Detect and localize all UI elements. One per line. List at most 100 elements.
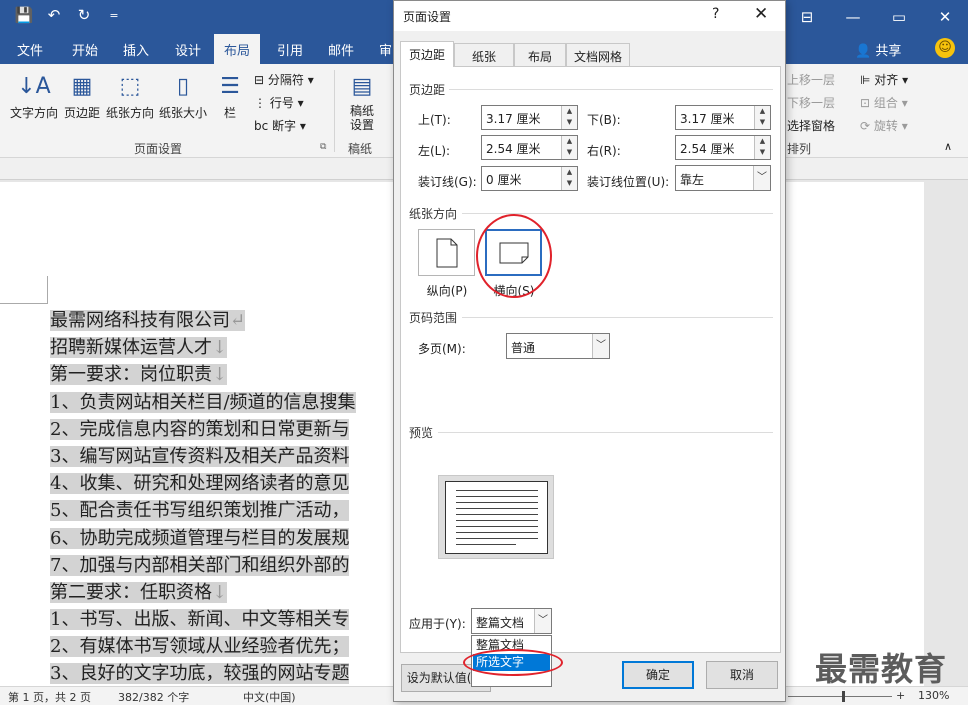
bottom-margin-input[interactable]: 3.17 厘米 ▲ ▼ — [675, 105, 771, 130]
preview-line — [456, 538, 538, 539]
pages-section-title: 页码范围 — [409, 311, 458, 325]
align-button[interactable]: ⊫ 对齐 ▾ — [860, 71, 908, 88]
save-icon[interactable]: 💾 — [14, 6, 34, 24]
tab-margins[interactable]: 页边距 — [400, 41, 454, 67]
tab-document-grid[interactable]: 文档网格 — [566, 43, 630, 67]
doc-line: 第二要求：任职资格↓ — [50, 581, 228, 603]
page-count[interactable]: 第 1 页，共 2 页 — [8, 689, 91, 705]
doc-line: 1、书写、出版、新闻、中文等相关专 — [50, 609, 350, 631]
line-numbers-button[interactable]: ⋮ 行号 ▾ — [254, 94, 304, 111]
apply-to-select[interactable]: 整篇文档 ﹀ — [471, 608, 552, 634]
zoom-level[interactable]: 130% — [918, 689, 949, 702]
tab-layout[interactable]: 布局 — [214, 34, 261, 64]
portrait-option[interactable] — [418, 229, 475, 276]
tab-file[interactable]: 文件 — [17, 40, 43, 59]
group-button[interactable]: ⊡ 组合 ▾ — [860, 94, 908, 111]
draft-paper-icon: ▤ — [351, 73, 373, 99]
size-button[interactable]: ▯ 纸张大小 — [157, 68, 209, 121]
tab-dialog-layout[interactable]: 布局 — [514, 43, 566, 67]
margins-section-title: 页边距 — [409, 83, 446, 97]
margins-label: 页边距 — [63, 106, 100, 120]
chevron-down-icon[interactable]: ﹀ — [753, 166, 770, 190]
tab-paper[interactable]: 纸张 — [454, 43, 514, 67]
breaks-button[interactable]: ⊟ 分隔符 ▾ — [254, 71, 314, 88]
zoom-in-icon[interactable]: + — [896, 689, 905, 702]
tab-review[interactable]: 审 — [379, 40, 392, 59]
doc-line: 2、有媒体书写领域从业经验者优先； — [50, 636, 350, 658]
columns-icon: ☰ — [220, 73, 240, 99]
tab-home[interactable]: 开始 — [72, 40, 98, 59]
preview-line — [456, 544, 516, 545]
close-window-icon[interactable]: ✕ — [922, 0, 968, 34]
document-text[interactable]: 最需网络科技有限公司↵ 招聘新媒体运营人才↓ 第一要求：岗位职责↓ 1、负责网站… — [50, 307, 395, 687]
undo-icon[interactable]: ↶ — [44, 6, 64, 24]
share-label: 共享 — [875, 44, 902, 59]
right-margin-input[interactable]: 2.54 厘米 ▲ ▼ — [675, 135, 771, 160]
quick-access-toolbar: 💾 ↶ ↻ = — [14, 6, 124, 24]
tab-design[interactable]: 设计 — [175, 40, 201, 59]
group-label: 组合 — [873, 96, 898, 110]
arrange-group-label: 排列 — [787, 142, 812, 156]
doc-line: 最需网络科技有限公司↵ — [50, 310, 246, 331]
preview-line — [456, 520, 538, 521]
text-direction-button[interactable]: ↓A 文字方向 — [8, 68, 60, 121]
redo-icon[interactable]: ↻ — [74, 6, 94, 24]
cancel-button[interactable]: 取消 — [706, 661, 778, 689]
bring-forward-button[interactable]: 上移一层 — [787, 71, 835, 88]
left-margin-input[interactable]: 2.54 厘米 ▲ ▼ — [481, 135, 578, 160]
line-numbers-icon: ⋮ — [254, 96, 270, 110]
bottom-margin-label: 下(B): — [587, 113, 621, 127]
tab-references[interactable]: 引用 — [277, 40, 303, 59]
vertical-scrollbar[interactable] — [924, 182, 968, 686]
chevron-down-icon[interactable]: ﹀ — [592, 334, 609, 358]
help-icon[interactable]: ? — [712, 6, 719, 22]
word-count[interactable]: 382/382 个字 — [118, 689, 189, 705]
columns-button[interactable]: ☰ 栏 — [217, 68, 243, 121]
close-dialog-icon[interactable]: ✕ — [754, 4, 768, 24]
spinner-arrows-icon[interactable]: ▲ ▼ — [754, 136, 770, 159]
apply-to-value: 整篇文档 — [476, 616, 525, 630]
spinner-arrows-icon[interactable]: ▲ ▼ — [561, 167, 577, 190]
language-status[interactable]: 中文(中国) — [243, 689, 296, 705]
spinner-arrows-icon[interactable]: ▲ ▼ — [754, 106, 770, 129]
chevron-down-icon[interactable]: ﹀ — [534, 609, 551, 633]
doc-line: 2、完成信息内容的策划和日常更新与 — [50, 418, 350, 440]
right-margin-value: 2.54 厘米 — [680, 142, 735, 156]
tab-insert[interactable]: 插入 — [123, 40, 149, 59]
tab-mailings[interactable]: 邮件 — [328, 40, 354, 59]
size-label: 纸张大小 — [158, 106, 207, 120]
page-setup-launcher-icon[interactable]: ⧉ — [320, 142, 326, 152]
top-margin-label: 上(T): — [418, 113, 451, 127]
draft-group-label: 稿纸 — [348, 142, 373, 156]
margins-button[interactable]: ▦ 页边距 — [62, 68, 102, 121]
right-margin-label: 右(R): — [587, 144, 621, 158]
zoom-slider-thumb[interactable] — [842, 691, 845, 702]
collapse-ribbon-icon[interactable]: ∧ — [944, 140, 952, 153]
spinner-arrows-icon[interactable]: ▲ ▼ — [561, 106, 577, 129]
preview-line — [456, 508, 538, 509]
gutter-input[interactable]: 0 厘米 ▲ ▼ — [481, 166, 578, 191]
draft-settings-button[interactable]: ▤ 稿纸 设置 — [342, 68, 382, 133]
restore-icon[interactable]: ▭ — [876, 0, 922, 34]
ok-button[interactable]: 确定 — [622, 661, 694, 689]
orientation-label: 纸张方向 — [105, 106, 154, 120]
send-backward-button[interactable]: 下移一层 — [787, 94, 835, 111]
multiple-pages-select[interactable]: 普通 ﹀ — [506, 333, 610, 359]
orientation-button[interactable]: ⬚ 纸张方向 — [104, 68, 156, 121]
ribbon-display-icon[interactable]: ⊟ — [784, 0, 830, 34]
spinner-arrows-icon[interactable]: ▲ ▼ — [561, 136, 577, 159]
align-label: 对齐 — [874, 73, 899, 87]
zoom-slider[interactable] — [788, 696, 892, 697]
gutter-position-select[interactable]: 靠左 ﹀ — [675, 165, 771, 191]
doc-line: 第一要求：岗位职责↓ — [50, 364, 228, 386]
share-button[interactable]: 👤 共享 — [855, 40, 901, 59]
hyphenation-button[interactable]: bc 断字 ▾ — [254, 117, 306, 134]
rotate-button[interactable]: ⟳ 旋转 ▾ — [860, 117, 908, 134]
portrait-page-icon — [436, 238, 457, 267]
customize-qat-icon[interactable]: = — [104, 9, 124, 22]
feedback-smiley-icon[interactable]: ☺ — [935, 38, 955, 58]
doc-line: 3、编写网站宣传资料及相关产品资料 — [50, 445, 350, 467]
minimize-icon[interactable]: — — [830, 0, 876, 34]
selection-pane-button[interactable]: 选择窗格 — [787, 117, 835, 134]
top-margin-input[interactable]: 3.17 厘米 ▲ ▼ — [481, 105, 578, 130]
